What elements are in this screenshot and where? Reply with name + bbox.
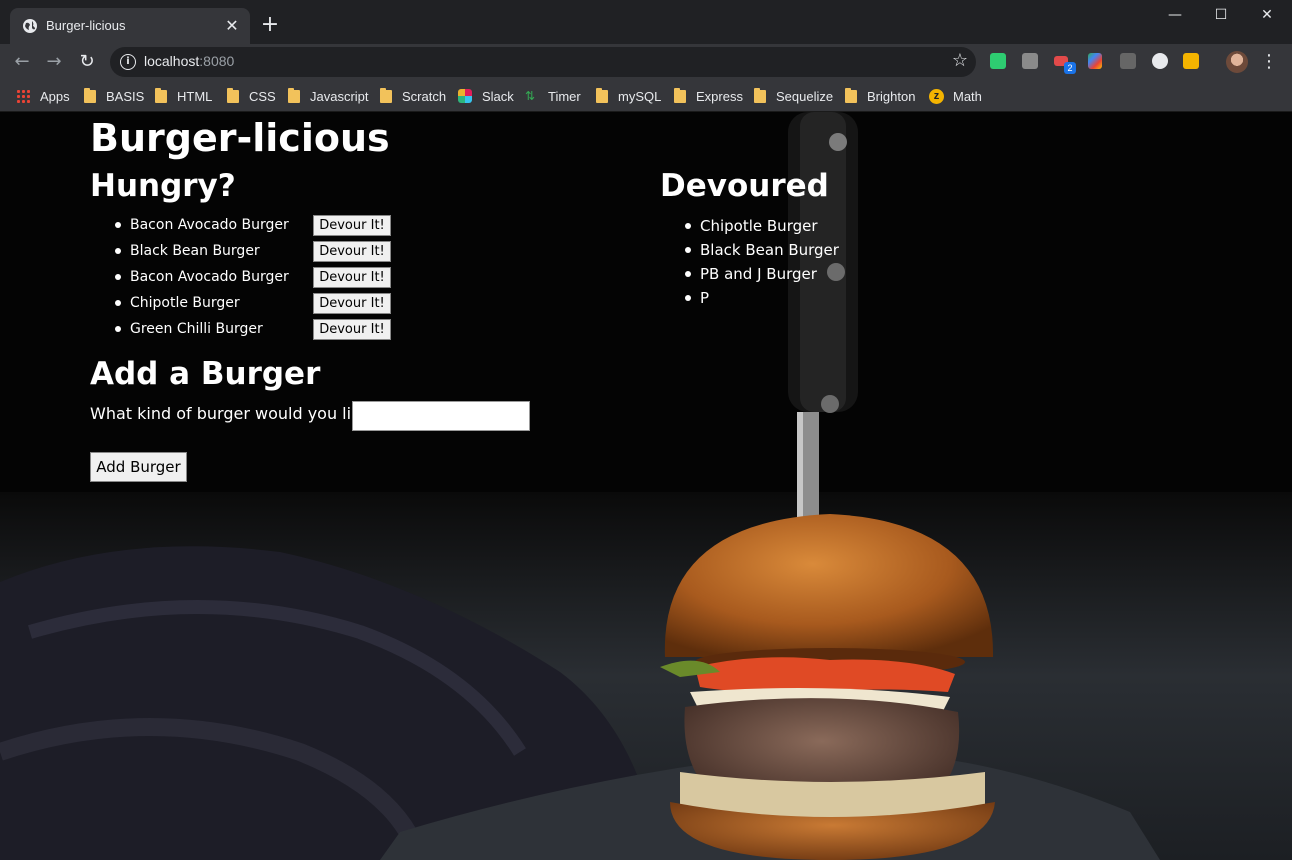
list-item: PB and J Burger [682,262,839,286]
hungry-heading: Hungry? [90,168,236,204]
burger-name-input[interactable] [352,401,530,431]
folder-icon [380,87,392,103]
page-viewport: Burger-licious Hungry? Bacon Avocado Bur… [0,112,1292,860]
bookmark-html[interactable]: HTML [155,85,212,107]
bookmark-sequelize[interactable]: Sequelize [754,85,833,107]
list-item: Black Bean Burger [682,238,839,262]
reload-icon[interactable]: ↻ [75,50,99,74]
browser-titlebar: Burger-licious ✕ + — ☐ ✕ [0,0,1292,44]
extension-shield-icon[interactable] [990,53,1006,69]
burger-name: Green Chilli Burger [130,321,263,337]
folder-icon [845,87,857,103]
forward-arrow-icon[interactable]: → [42,50,66,74]
site-info-icon[interactable]: i [120,54,136,70]
list-item: Bacon Avocado Burger Devour It! [112,212,402,238]
bookmark-brighton[interactable]: Brighton [845,85,915,107]
add-burger-button[interactable]: Add Burger [90,452,187,482]
bookmark-mysql[interactable]: mySQL [596,85,661,107]
list-item: Chipotle Burger [682,214,839,238]
extension-color-icon[interactable] [1088,53,1102,69]
devour-button[interactable]: Devour It! [313,241,391,262]
add-burger-heading: Add a Burger [90,356,321,392]
bookmark-javascript[interactable]: Javascript [288,85,369,107]
folder-icon [227,87,239,103]
extension-json-icon[interactable] [1152,53,1168,69]
bookmark-math[interactable]: z Math [929,85,982,107]
back-arrow-icon[interactable]: ← [10,50,34,74]
extension-badge: 2 [1064,62,1076,74]
burger-name: Chipotle Burger [130,295,240,311]
folder-icon [84,87,96,103]
burger-input-label: What kind of burger would you like? [90,404,379,423]
devoured-heading: Devoured [660,168,829,204]
list-item: Bacon Avocado Burger Devour It! [112,264,402,290]
hungry-list: Bacon Avocado Burger Devour It! Black Be… [112,212,402,342]
list-item: P [682,286,839,310]
extension-tool-icon[interactable] [1022,53,1038,69]
extension-notes-icon[interactable] [1183,53,1199,69]
url-text[interactable]: localhost:8080 [144,53,234,69]
bookmark-apps[interactable]: Apps [16,85,70,107]
list-item: Chipotle Burger Devour It! [112,290,402,316]
folder-icon [596,87,608,103]
folder-icon [674,87,686,103]
bookmark-express[interactable]: Express [674,85,743,107]
devoured-list: Chipotle Burger Black Bean Burger PB and… [682,214,839,310]
math-icon: z [929,88,944,104]
devour-button[interactable]: Devour It! [313,267,391,288]
devour-button[interactable]: Devour It! [313,293,391,314]
tab-close-icon[interactable]: ✕ [222,16,242,36]
burger-name: Black Bean Burger [130,243,260,259]
folder-icon [754,87,766,103]
burger-name: Bacon Avocado Burger [130,217,289,233]
globe-icon [23,19,37,33]
extension-window-icon[interactable] [1120,53,1136,69]
timer-icon: ⇅ [525,89,536,103]
list-item: Black Bean Burger Devour It! [112,238,402,264]
close-window-button[interactable]: ✕ [1244,0,1290,30]
bookmark-slack[interactable]: Slack [458,85,514,107]
folder-icon [155,87,167,103]
slack-icon [458,89,472,103]
bookmark-css[interactable]: CSS [227,85,276,107]
bookmark-basis[interactable]: BASIS [84,85,144,107]
maximize-button[interactable]: ☐ [1198,0,1244,30]
browser-toolbar: ← → ↻ i localhost:8080 ☆ 2 ⋮ [0,44,1292,80]
burger-name: Bacon Avocado Burger [130,269,289,285]
address-bar[interactable]: i localhost:8080 ☆ [110,47,976,77]
minimize-button[interactable]: — [1152,0,1198,30]
browser-tab[interactable]: Burger-licious ✕ [10,8,250,44]
bookmarks-bar: Apps BASIS HTML CSS Javascript Scratch S… [0,80,1292,112]
folder-icon [288,87,300,103]
apps-grid-icon [16,89,30,103]
list-item: Green Chilli Burger Devour It! [112,316,402,342]
bookmark-star-icon[interactable]: ☆ [952,50,968,71]
bookmark-scratch[interactable]: Scratch [380,85,446,107]
bookmark-timer[interactable]: ⇅ Timer [525,85,581,107]
page-title: Burger-licious [90,116,390,160]
devour-button[interactable]: Devour It! [313,319,391,340]
profile-avatar[interactable] [1226,51,1248,73]
menu-dots-icon[interactable]: ⋮ [1260,50,1278,74]
tab-title: Burger-licious [46,18,126,33]
new-tab-button[interactable]: + [258,13,282,37]
devour-button[interactable]: Devour It! [313,215,391,236]
